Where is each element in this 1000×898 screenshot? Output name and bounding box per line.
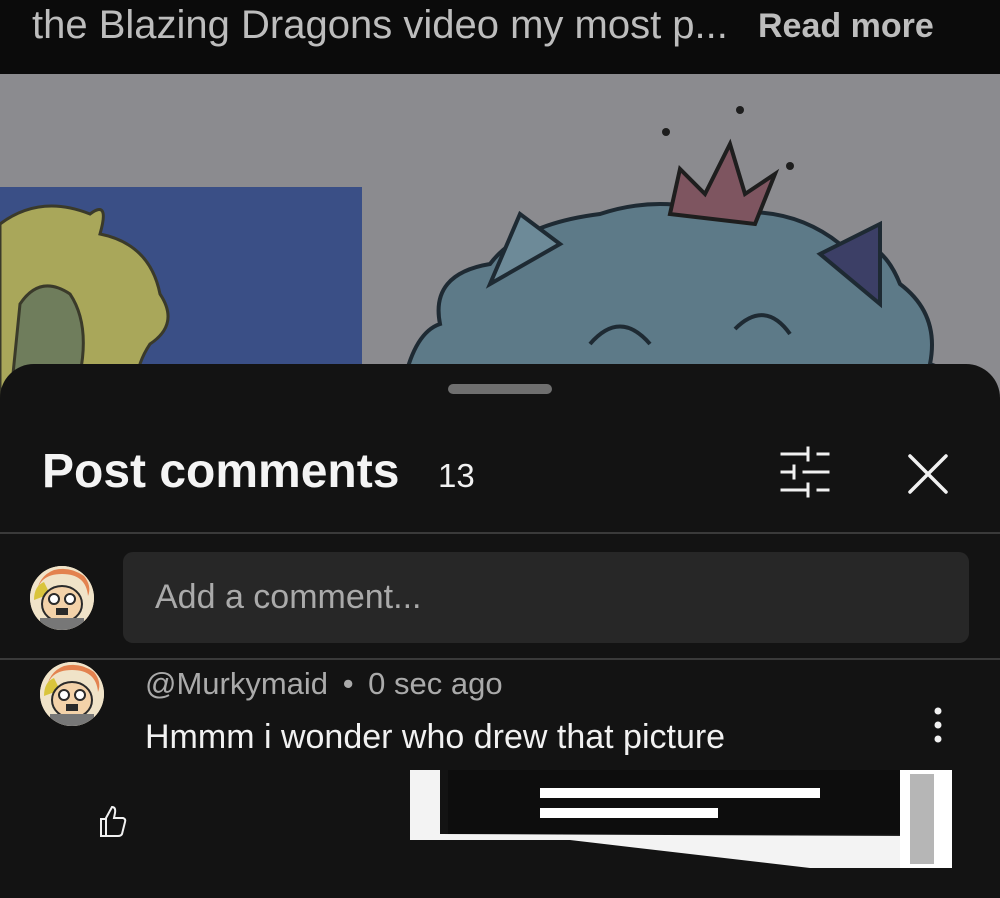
more-vertical-icon[interactable] xyxy=(922,704,954,750)
post-image xyxy=(0,74,1000,404)
sticker-doodle xyxy=(400,764,960,874)
comment-text: Hmmm i wonder who drew that picture xyxy=(145,718,726,756)
close-icon[interactable] xyxy=(902,448,954,500)
sliders-icon[interactable] xyxy=(774,446,836,498)
post-artwork-illustration xyxy=(0,74,1000,404)
description-bar: the Blazing Dragons video my most p... R… xyxy=(0,0,1000,74)
comment-count: 13 xyxy=(438,457,475,494)
header-divider xyxy=(0,532,1000,534)
comment-meta: @Murkymaid • 0 sec ago xyxy=(145,666,503,702)
sheet-drag-handle[interactable] xyxy=(448,384,552,394)
thumbs-up-icon[interactable] xyxy=(98,804,128,838)
post-description: the Blazing Dragons video my most p... xyxy=(32,3,728,47)
comment-author-avatar[interactable] xyxy=(40,662,104,726)
sheet-title: Post comments xyxy=(42,445,400,498)
meta-separator: • xyxy=(342,666,354,701)
comments-sheet: Post comments 13 Add a comment... @Murky… xyxy=(0,364,1000,898)
add-comment-input[interactable] xyxy=(123,552,969,643)
comment-author[interactable]: @Murkymaid xyxy=(145,666,328,701)
composer-divider xyxy=(0,658,1000,660)
read-more-link[interactable]: Read more xyxy=(758,6,934,46)
user-avatar[interactable] xyxy=(30,566,94,630)
comment-time: 0 sec ago xyxy=(368,666,503,701)
